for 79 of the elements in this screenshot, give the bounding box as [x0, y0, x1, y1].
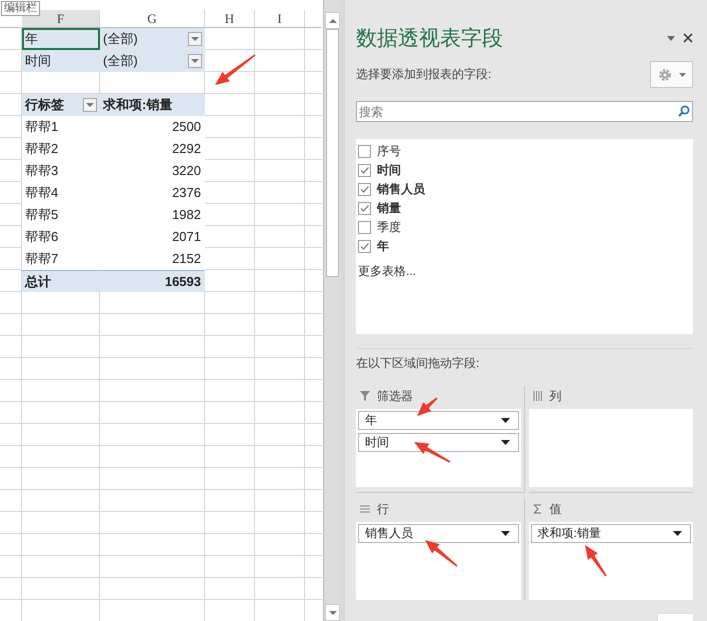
- annotation-arrow: [215, 54, 256, 85]
- caret-icon: [500, 440, 510, 445]
- caret-icon: [678, 72, 686, 76]
- checkbox[interactable]: [358, 183, 371, 196]
- filter-icon: [360, 391, 370, 401]
- area-drop-zone[interactable]: 销售人员: [356, 522, 520, 600]
- rows-icon: [360, 504, 370, 514]
- table-cell: 时间: [22, 50, 100, 72]
- table-cell: 年: [22, 28, 100, 50]
- panel-title: 数据透视表字段: [356, 26, 503, 52]
- columns-icon: [532, 391, 542, 401]
- caret-icon: [673, 531, 682, 536]
- table-cell: 帮帮2: [22, 138, 100, 160]
- checkbox[interactable]: [358, 164, 371, 177]
- area-drop-zone[interactable]: 求和项:销量: [528, 522, 693, 600]
- column-header[interactable]: I: [255, 10, 305, 28]
- table-cell: 帮帮5: [22, 204, 100, 226]
- area-field-button[interactable]: 年: [358, 411, 518, 430]
- tooltip: 编辑栏: [1, 1, 40, 16]
- column-header[interactable]: H: [205, 10, 255, 28]
- table-cell: 2071: [100, 226, 205, 248]
- field-label[interactable]: 时间: [377, 162, 401, 179]
- area-field-button[interactable]: 求和项:销量: [530, 524, 691, 543]
- sigma-icon: [532, 504, 542, 514]
- close-icon[interactable]: [683, 33, 693, 43]
- area-field-button[interactable]: 时间: [358, 433, 518, 452]
- table-cell: 帮帮3: [22, 160, 100, 182]
- checkbox[interactable]: [358, 240, 371, 253]
- table-cell: 总计: [22, 270, 100, 292]
- table-cell: 帮帮6: [22, 226, 100, 248]
- table-cell: 帮帮1: [22, 116, 100, 138]
- annotation-arrow: [585, 545, 607, 576]
- field-label[interactable]: 销售人员: [377, 181, 425, 198]
- table-cell: 1982: [100, 204, 205, 226]
- more-tables-link[interactable]: 更多表格...: [358, 263, 416, 280]
- table-cell-text: (全部): [103, 52, 138, 70]
- table-cell: 帮帮7: [22, 248, 100, 270]
- filter-dropdown-button[interactable]: [83, 98, 97, 112]
- field-label[interactable]: 季度: [377, 219, 401, 236]
- settings-icon: [658, 68, 672, 82]
- scroll-up-button[interactable]: [325, 12, 340, 29]
- field-label[interactable]: 序号: [377, 143, 401, 160]
- annotation-arrow: [417, 397, 438, 416]
- field-label[interactable]: 销量: [377, 200, 401, 217]
- table-cell: 2376: [100, 182, 205, 204]
- field-label[interactable]: 年: [377, 238, 389, 255]
- scrollbar-thumb[interactable]: [326, 29, 339, 277]
- area-label: 值: [550, 500, 562, 518]
- vertical-scrollbar[interactable]: [323, 0, 341, 621]
- area-field-button[interactable]: 销售人员: [358, 524, 518, 543]
- filter-dropdown-button[interactable]: [188, 54, 202, 68]
- table-cell: 2500: [100, 116, 205, 138]
- caret-icon: [500, 531, 510, 536]
- area-label: 筛选器: [377, 388, 413, 404]
- search-field[interactable]: 搜索: [356, 101, 693, 122]
- table-cell: 2292: [100, 138, 205, 160]
- dropdown-icon[interactable]: [667, 36, 675, 40]
- checkbox[interactable]: [358, 202, 371, 215]
- table-cell-text: (全部): [103, 30, 138, 48]
- checkbox[interactable]: [358, 221, 371, 234]
- checkbox[interactable]: [358, 145, 371, 158]
- area-label: 行: [377, 500, 389, 518]
- field-list-label: 选择要添加到报表的字段:: [356, 66, 492, 83]
- area-drop-zone[interactable]: 年 时间: [356, 409, 520, 487]
- area-label: 列: [550, 388, 562, 404]
- table-cell: 3220: [100, 160, 205, 182]
- settings-button[interactable]: [650, 61, 693, 88]
- table-cell: 帮帮4: [22, 182, 100, 204]
- annotation-arrow: [425, 540, 458, 567]
- annotation-arrow: [414, 442, 450, 463]
- table-cell: 2152: [100, 248, 205, 270]
- scroll-down-button[interactable]: [325, 604, 340, 621]
- filter-dropdown-button[interactable]: [188, 32, 202, 46]
- search-icon[interactable]: [678, 105, 690, 117]
- table-cell-text: 行标签: [25, 96, 64, 114]
- caret-icon: [500, 418, 510, 423]
- table-cell: 求和项:销量: [100, 94, 205, 116]
- table-cell: 16593: [100, 270, 205, 292]
- areas-hint: 在以下区域间拖动字段:: [356, 355, 480, 372]
